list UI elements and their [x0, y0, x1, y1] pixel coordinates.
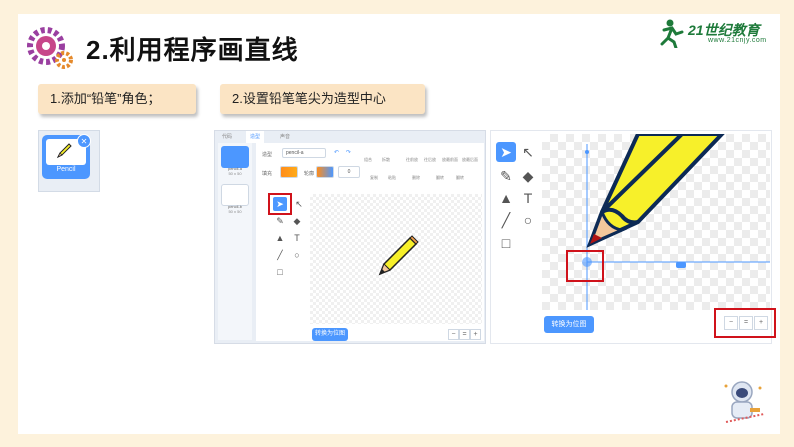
pencil-tip-zoom-icon	[582, 134, 770, 310]
pencil-costume-icon	[378, 235, 419, 276]
undo-icon[interactable]: ↶	[334, 149, 339, 156]
zoom-in-icon[interactable]: +	[754, 316, 768, 330]
step-2-label: 2.设置铅笔笔尖为造型中心	[220, 84, 425, 114]
circle-tool-icon[interactable]: ○	[290, 248, 304, 262]
brush-tool-icon[interactable]: ✎	[496, 166, 516, 186]
tab-code[interactable]: 代码	[218, 131, 236, 143]
rectangle-tool-icon[interactable]: □	[496, 233, 516, 253]
fill-tool-icon[interactable]: ▲	[496, 188, 516, 208]
text-tool-icon[interactable]: T	[290, 231, 304, 245]
highlight-box	[268, 193, 292, 215]
toolbar-front[interactable]: 放最前面	[442, 157, 458, 163]
convert-bitmap-button[interactable]: 转换为位图	[544, 316, 594, 333]
toolbar-ungroup[interactable]: 拆散	[382, 157, 390, 163]
page-title: 2.利用程序画直线	[86, 35, 299, 65]
reshape-tool-icon[interactable]: ↖	[292, 197, 306, 211]
costume-item[interactable]	[221, 146, 249, 168]
toolbar-delete[interactable]: 删除	[412, 175, 420, 181]
zoom-reset-icon[interactable]: =	[459, 329, 470, 340]
costume-item[interactable]	[221, 184, 249, 206]
text-tool-icon[interactable]: T	[518, 188, 538, 208]
sprite-name: Pencil	[56, 166, 76, 173]
toolbar-group[interactable]: 组合	[364, 157, 372, 163]
toolbar-back[interactable]: 放最后面	[462, 157, 478, 163]
tab-sounds[interactable]: 声音	[276, 131, 294, 143]
toolbar-flip-h[interactable]: 翻转	[436, 175, 444, 181]
eraser-tool-icon[interactable]: ◆	[518, 166, 538, 186]
gear-icon	[27, 27, 73, 69]
eraser-tool-icon[interactable]: ◆	[290, 214, 304, 228]
highlight-box-center	[566, 250, 604, 282]
pencil-icon	[56, 143, 72, 159]
zoom-in-icon[interactable]: +	[470, 329, 481, 340]
costume-size: 50 x 50	[228, 171, 242, 176]
zoom-reset-icon[interactable]: =	[739, 316, 753, 330]
toolbar-copy[interactable]: 复制	[370, 175, 378, 181]
costume-name-input[interactable]: pencil-a	[282, 148, 326, 158]
convert-bitmap-button[interactable]: 转换为位图	[312, 328, 348, 341]
costume-name-label: 造型	[262, 152, 273, 158]
toolbar: ↶ ↷ 组合 拆散 往前放 往后放 放最前面 放最后面 复制 粘贴 删除 翻转 …	[334, 149, 482, 183]
costume-size: 50 x 50	[228, 209, 242, 214]
outline-label: 轮廓	[304, 171, 315, 177]
outline-color-picker[interactable]	[316, 166, 334, 178]
rectangle-tool-icon[interactable]: □	[273, 265, 287, 279]
toolbar-paste[interactable]: 粘贴	[388, 175, 396, 181]
line-tool-icon[interactable]: ╱	[273, 248, 287, 262]
toolbar-forward[interactable]: 往前放	[406, 157, 418, 163]
fill-tool-icon[interactable]: ▲	[273, 231, 287, 245]
toolbar-backward[interactable]: 往后放	[424, 157, 436, 163]
tab-costumes[interactable]: 造型	[246, 131, 265, 143]
select-tool-icon[interactable]: ➤	[496, 142, 516, 162]
redo-icon[interactable]: ↷	[346, 149, 351, 156]
fill-color-picker[interactable]	[280, 166, 298, 178]
astronaut-icon	[724, 381, 765, 423]
toolbar-flip-v[interactable]: 翻转	[456, 175, 464, 181]
line-tool-icon[interactable]: ╱	[496, 210, 516, 230]
zoom-out-icon[interactable]: −	[724, 316, 738, 330]
brush-tool-icon[interactable]: ✎	[273, 214, 287, 228]
logo-subtext: www.21cnjy.com	[708, 37, 767, 44]
zoom-out-icon[interactable]: −	[448, 329, 459, 340]
step-1-label: 1.添加“铅笔”角色；	[38, 84, 196, 114]
reshape-tool-icon[interactable]: ↖	[518, 142, 538, 162]
fill-label: 填充	[262, 171, 273, 177]
delete-icon[interactable]: ✕	[77, 134, 91, 148]
circle-tool-icon[interactable]: ○	[518, 210, 538, 230]
